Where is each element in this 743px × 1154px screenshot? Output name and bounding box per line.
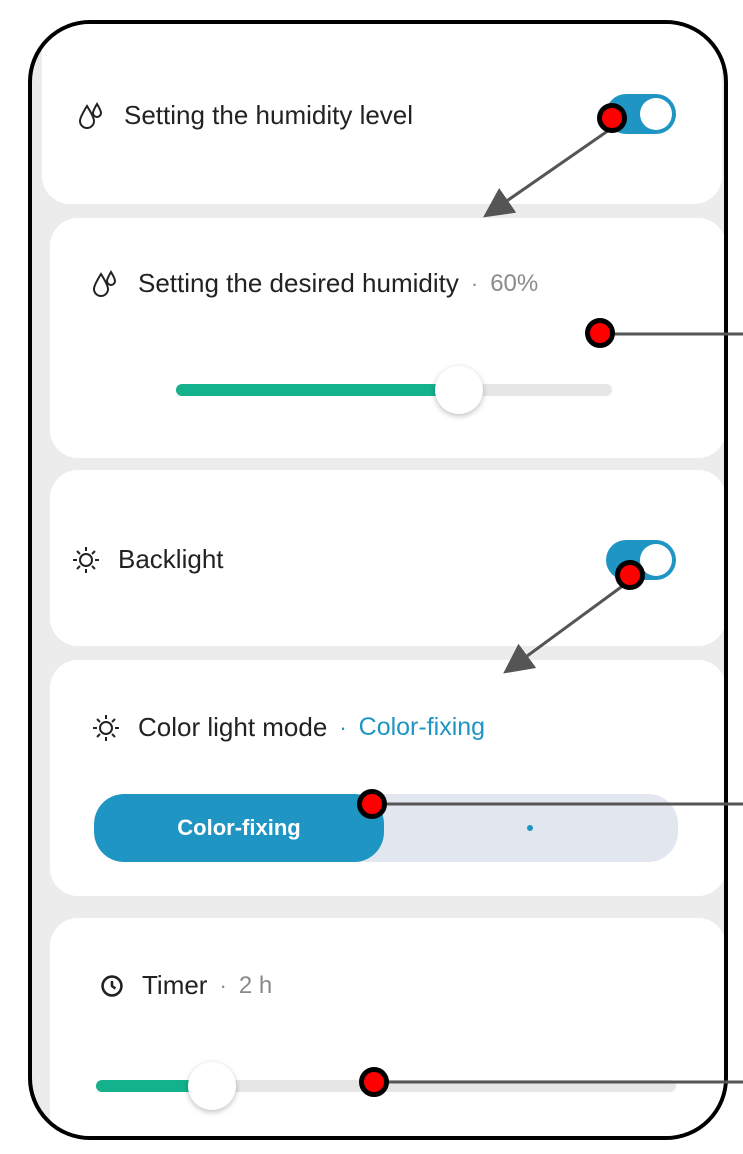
annotation-arrow	[503, 580, 629, 674]
annotation-marker	[585, 318, 615, 348]
annotation-marker	[597, 103, 627, 133]
annotation-arrow	[483, 126, 613, 218]
annotation-marker	[357, 789, 387, 819]
annotation-marker	[359, 1067, 389, 1097]
annotation-marker	[615, 560, 645, 590]
